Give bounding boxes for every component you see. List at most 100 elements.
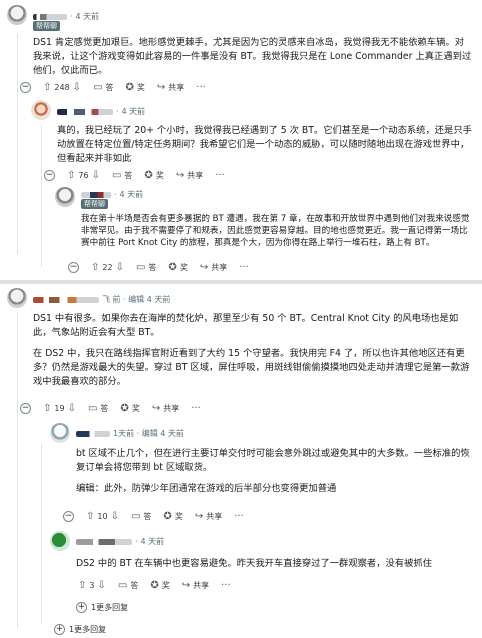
- share-button[interactable]: ↪ 共享: [195, 511, 222, 522]
- more-options-icon[interactable]: ···: [221, 580, 231, 591]
- downvote-icon[interactable]: ⇩: [73, 82, 81, 93]
- upvote-icon[interactable]: ⇧: [43, 82, 51, 93]
- comment-meta: · 4 天前: [57, 106, 145, 117]
- share-button[interactable]: ↪ 共享: [182, 580, 209, 591]
- comment-icon: ▭: [93, 81, 103, 93]
- comment-panel-top: · 4 天前 帮帮聊 DS1 肯定感觉更加艰巨。地形感觉更棘手，尤其是因为它的灵…: [0, 0, 482, 280]
- award-icon: ✪: [168, 261, 177, 273]
- comment-icon: ▭: [87, 402, 98, 414]
- award-icon: ✪: [163, 510, 172, 522]
- more-options-icon[interactable]: ···: [196, 82, 206, 93]
- vote-group: ⇧ 22 ⇩: [91, 262, 124, 273]
- upvote-icon[interactable]: ⇧: [43, 403, 51, 414]
- username-redacted[interactable]: [33, 296, 99, 303]
- award-icon: ✪: [120, 402, 129, 414]
- share-icon: ↪: [199, 261, 209, 273]
- vote-group: ⇧ 10 ⇩: [86, 511, 119, 522]
- more-options-icon[interactable]: ···: [239, 262, 249, 273]
- upvote-icon[interactable]: ⇧: [78, 580, 86, 591]
- reply-button[interactable]: ▭ 答: [93, 82, 113, 93]
- comment-actions: ⇧ 3 ⇩ ▭ 答 ✪ 奖 ↪ 共享 ···: [78, 580, 231, 591]
- avatar[interactable]: [50, 423, 70, 443]
- thread-line: [17, 34, 18, 254]
- reply-button[interactable]: ▭ 答: [112, 170, 132, 181]
- username-redacted[interactable]: [76, 430, 110, 437]
- share-icon: ↪: [156, 81, 166, 93]
- award-icon: ✪: [125, 81, 134, 93]
- downvote-icon[interactable]: ⇩: [97, 580, 105, 591]
- comment-paragraph: DS1 中有很多。如果你去在海岸的焚化炉，那里至少有 50 个 BT。Centr…: [33, 313, 459, 338]
- username-redacted[interactable]: [33, 13, 67, 20]
- downvote-icon[interactable]: ⇩: [116, 262, 124, 273]
- award-button[interactable]: ✪ 奖: [168, 262, 187, 273]
- expand-icon: +: [76, 602, 87, 613]
- vote-count: 3: [89, 581, 95, 590]
- comment-actions: − ⇧ 76 ⇩ ▭ 答 ✪ 奖 ↪ 共享 ···: [44, 170, 225, 181]
- collapse-icon[interactable]: −: [44, 170, 55, 181]
- comment-paragraph: 在 DS2 中，我只在路线指挥官附近看到了大约 15 个守望者。我快用完 F4 …: [33, 348, 470, 387]
- comment-time: 4 天前: [140, 537, 165, 546]
- avatar[interactable]: [7, 5, 27, 25]
- more-options-icon[interactable]: ···: [191, 403, 201, 414]
- downvote-icon[interactable]: ⇩: [92, 170, 100, 181]
- upvote-icon[interactable]: ⇧: [91, 262, 99, 273]
- share-button[interactable]: ↪ 共享: [157, 82, 184, 93]
- award-button[interactable]: ✪ 奖: [163, 511, 182, 522]
- share-icon: ↪: [175, 169, 185, 181]
- comment-paragraph: bt 区域不止几个，但在进行主要订单交付时可能会意外跳过或避免其中的大多数。一些…: [76, 448, 470, 473]
- award-button[interactable]: ✪ 奖: [144, 170, 163, 181]
- more-options-icon[interactable]: ···: [215, 170, 225, 181]
- username-redacted[interactable]: [57, 108, 113, 115]
- vote-count: 22: [102, 263, 113, 272]
- award-icon: ✪: [150, 579, 159, 591]
- username-redacted[interactable]: [81, 191, 111, 198]
- comment-actions: − ⇧ 19 ⇩ ▭ 答 ✪ 奖 ↪ 共享 ···: [20, 403, 201, 414]
- collapse-icon[interactable]: −: [20, 403, 31, 414]
- comment-time: 4 天前: [121, 107, 146, 116]
- more-replies-button[interactable]: + 1更多回复: [54, 624, 106, 635]
- reply-button[interactable]: ▭ 答: [118, 580, 138, 591]
- collapse-icon[interactable]: −: [63, 511, 74, 522]
- expand-icon: +: [54, 624, 65, 635]
- reply-button[interactable]: ▭ 答: [131, 511, 151, 522]
- upvote-icon[interactable]: ⇧: [67, 170, 75, 181]
- avatar[interactable]: [7, 288, 27, 308]
- comment-body: 真的，我已经玩了 20+ 个小时，我觉得我已经遇到了 5 次 BT。它们甚至是一…: [57, 125, 472, 164]
- reply-button[interactable]: ▭ 答: [136, 262, 156, 273]
- share-button[interactable]: ↪ 共享: [176, 170, 203, 181]
- award-button[interactable]: ✪ 奖: [120, 403, 139, 414]
- comment-body: DS1 肯定感觉更加艰巨。地形感觉更棘手，尤其是因为它的灵感来自冰岛，我觉得我无…: [33, 37, 472, 76]
- comment-actions: − ⇧ 10 ⇩ ▭ 答 ✪ 奖 ↪ 共享 ···: [63, 511, 244, 522]
- avatar[interactable]: [55, 187, 75, 207]
- award-button[interactable]: ✪ 奖: [150, 580, 169, 591]
- avatar[interactable]: [31, 100, 51, 120]
- collapse-icon[interactable]: −: [20, 82, 31, 93]
- more-replies-button[interactable]: + 1更多回复: [76, 602, 128, 613]
- comment-icon: ▭: [111, 169, 122, 181]
- comment-actions: − ⇧ 22 ⇩ ▭ 答 ✪ 奖 ↪ 共享 ···: [68, 262, 249, 273]
- comment-time: 4 天前: [119, 190, 144, 199]
- share-icon: ↪: [151, 402, 161, 414]
- collapse-icon[interactable]: −: [68, 262, 79, 273]
- downvote-icon[interactable]: ⇩: [111, 511, 119, 522]
- username-redacted[interactable]: [76, 538, 132, 545]
- comment-body: DS1 中有很多。如果你去在海岸的焚化炉，那里至少有 50 个 BT。Centr…: [33, 312, 473, 389]
- vote-group: ⇧ 19 ⇩: [43, 403, 76, 414]
- reply-button[interactable]: ▭ 答: [88, 403, 108, 414]
- user-flair: 帮帮聊: [33, 21, 60, 31]
- user-flair: 帮帮聊: [81, 199, 108, 209]
- share-button[interactable]: ↪ 共享: [200, 262, 227, 273]
- upvote-icon[interactable]: ⇧: [86, 511, 94, 522]
- vote-group: ⇧ 248 ⇩: [43, 82, 81, 93]
- thread-line: [17, 312, 18, 628]
- avatar[interactable]: [50, 531, 70, 551]
- comment-body: bt 区域不止几个，但在进行主要订单交付时可能会意外跳过或避免其中的大多数。一些…: [76, 447, 474, 496]
- share-button[interactable]: ↪ 共享: [152, 403, 179, 414]
- comment-icon: ▭: [135, 261, 146, 273]
- downvote-icon[interactable]: ⇩: [68, 403, 76, 414]
- award-button[interactable]: ✪ 奖: [126, 82, 145, 93]
- comment-meta: 飞 前 · 编辑 4 天前: [33, 294, 170, 305]
- award-icon: ✪: [144, 169, 153, 181]
- comment-time: 4 天前: [75, 12, 100, 21]
- more-options-icon[interactable]: ···: [234, 511, 244, 522]
